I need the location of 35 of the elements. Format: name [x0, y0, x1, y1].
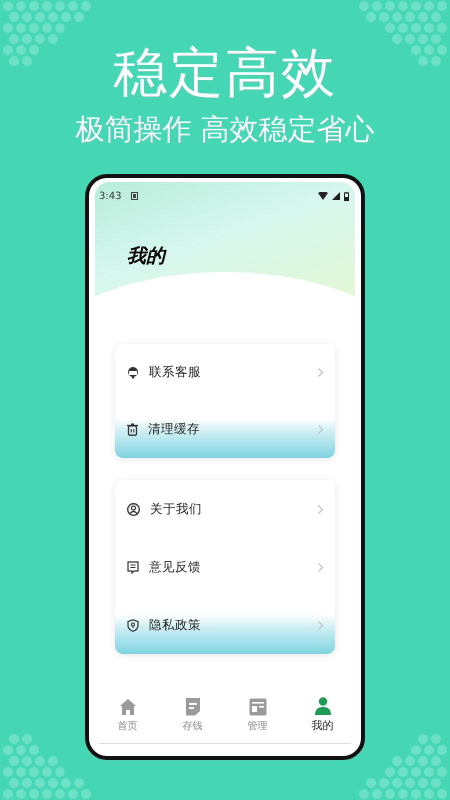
home-icon [118, 698, 136, 716]
signal-icon [332, 192, 340, 200]
chevron-icon [318, 368, 323, 377]
wifi-icon [318, 192, 328, 200]
user-icon [127, 502, 140, 516]
menu-label: 联系客服 [149, 364, 202, 381]
menu-label: 意见反馈 [149, 558, 202, 576]
menu-item[interactable]: 清理缓存 [127, 401, 323, 458]
menu-item[interactable]: 联系客服 [127, 344, 323, 401]
page-title: 我的 [127, 244, 165, 269]
menu-item[interactable]: 隐私政策 [127, 596, 323, 654]
chevron-icon [318, 620, 323, 630]
tab[interactable]: 存钱 [168, 697, 218, 733]
person-icon [314, 697, 330, 715]
feedback-icon [127, 560, 139, 574]
tab[interactable]: 首页 [102, 698, 152, 733]
chevron-icon [318, 504, 323, 514]
tab[interactable]: 我的 [298, 697, 348, 733]
dashboard-icon [248, 698, 266, 716]
tab[interactable]: 管理 [232, 698, 282, 733]
menu-item[interactable]: 意见反馈 [127, 538, 323, 596]
battery-icon [344, 192, 349, 200]
shield-icon [127, 618, 139, 632]
notification-icon [131, 192, 138, 200]
document-icon [184, 697, 200, 716]
tagline: 极简操作 高效稳定省心 [75, 111, 375, 148]
headline: 稳定高效 [113, 40, 337, 106]
status-time: 3:43 [99, 190, 122, 202]
menu-label: 关于我们 [150, 500, 203, 518]
menu-label: 清理缓存 [148, 421, 201, 438]
menu-label: 隐私政策 [149, 616, 202, 634]
chevron-icon [318, 562, 323, 572]
menu-item[interactable]: 关于我们 [127, 480, 323, 538]
chevron-icon [318, 425, 323, 434]
trash-icon [127, 423, 138, 436]
